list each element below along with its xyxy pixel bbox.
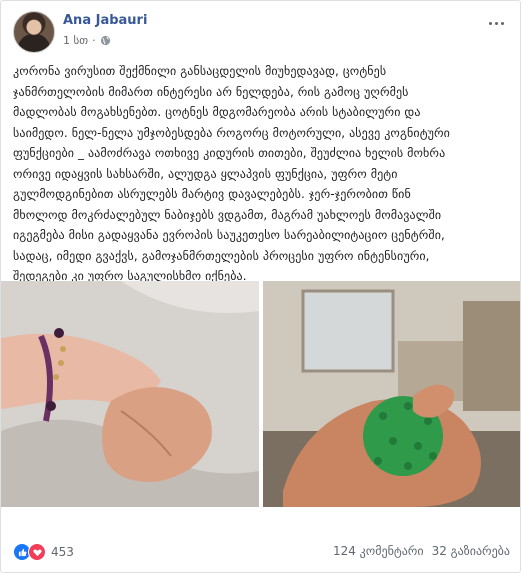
post-meta: 1 სთ · bbox=[63, 34, 111, 47]
post-timestamp[interactable]: 1 სთ bbox=[63, 34, 88, 47]
photo-hand-with-ball[interactable] bbox=[263, 281, 520, 507]
post-photos bbox=[1, 281, 520, 507]
post-text-line: სადაც, იმედი გვაქვს, გამოჯანმრთელების პრ… bbox=[13, 248, 430, 263]
comments-link[interactable]: 124 კომენტარი bbox=[333, 544, 424, 558]
author-name-link[interactable]: Ana Jabauri bbox=[63, 13, 147, 28]
shares-link[interactable]: 32 გაზიარება bbox=[432, 544, 510, 558]
post-text: კორონა ვირუსით შექმნილი განსაცდელის მიუხ… bbox=[13, 61, 510, 287]
more-options-icon[interactable] bbox=[484, 15, 508, 31]
post-text-line: მხოლოდ მოკრძალებულ ნაბიჯებს ვდგამთ, მაგრ… bbox=[13, 207, 442, 222]
reaction-count: 453 bbox=[51, 545, 74, 559]
post-text-line: ფუნქციები _ აამოძრავა ოთხივე კიდურის თით… bbox=[13, 146, 446, 160]
post-text-line: მადლობას მოგახსენებთ. ცოტნეს მდგომარეობა… bbox=[13, 105, 421, 119]
post-text-line: იგეგმება მისი გადაყვანა ევროპის საუკეთეს… bbox=[13, 228, 445, 242]
post-card: Ana Jabauri 1 სთ · კორონა ვირუსით შექმნი… bbox=[0, 0, 521, 573]
post-text-line: ჯანმრთელობის მიმართ ინტერესი არ ნელდება,… bbox=[13, 84, 409, 99]
globe-icon[interactable] bbox=[100, 35, 111, 46]
post-text-line: გულმოდგინებით ასრულებს მარტივ დავალებებს… bbox=[13, 187, 411, 201]
post-header: Ana Jabauri 1 სთ · bbox=[13, 11, 510, 55]
engagement-stats: 124 კომენტარი 32 გაზიარება bbox=[333, 544, 510, 558]
post-text-line: საიმედო. ნელ-ნელა უმჯობესდება როგორც მოტ… bbox=[13, 125, 450, 140]
author-avatar[interactable] bbox=[13, 11, 55, 53]
post-footer: 453 124 კომენტარი 32 გაზიარება bbox=[13, 541, 510, 563]
photo-holding-hands[interactable] bbox=[1, 281, 259, 507]
post-text-line: ორივე იდაყვის სახსარში, ალუდგა ყლაპვის ფ… bbox=[13, 166, 398, 181]
reactions-summary[interactable]: 453 bbox=[13, 543, 74, 561]
love-icon bbox=[28, 543, 46, 561]
post-text-line: კორონა ვირუსით შექმნილი განსაცდელის მიუხ… bbox=[13, 64, 387, 78]
meta-separator: · bbox=[92, 34, 96, 47]
